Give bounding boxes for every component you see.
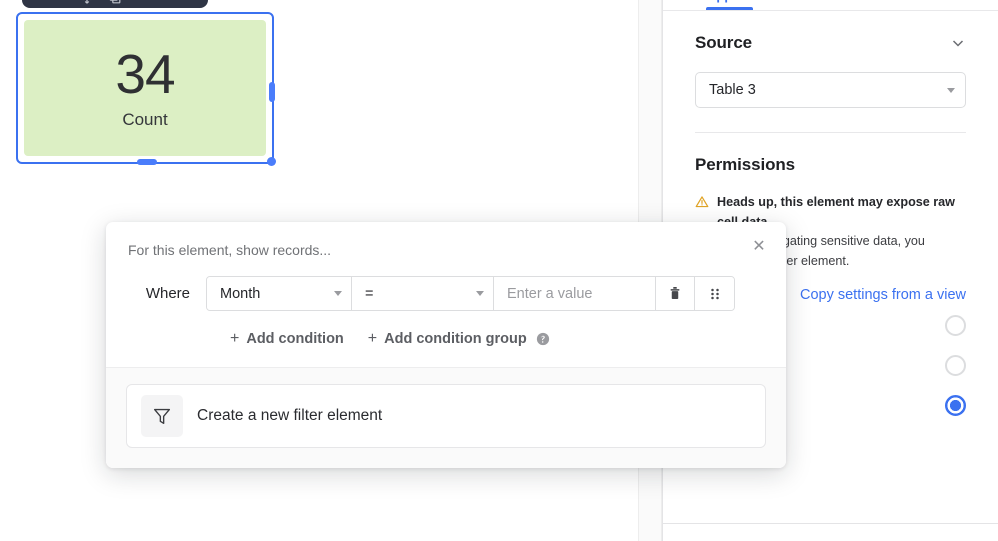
drag-condition-handle[interactable] [695, 277, 734, 310]
count-value: 34 [115, 42, 175, 105]
resize-handle-bottom[interactable] [137, 159, 157, 165]
plus-icon: + [367, 330, 378, 347]
move-icon[interactable] [80, 0, 94, 5]
add-condition-group-button[interactable]: + Add condition group [368, 331, 550, 347]
permission-radio[interactable] [945, 354, 966, 376]
chevron-down-icon[interactable] [476, 291, 484, 296]
dialog-title: For this element, show records... [128, 242, 332, 258]
condition-operator-value: = [365, 285, 374, 302]
warning-triangle-icon [695, 196, 709, 208]
help-circle-icon[interactable] [536, 332, 550, 346]
more-options-icon[interactable] [136, 0, 150, 5]
permissions-title: Permissions [695, 155, 796, 174]
element-floating-toolbar[interactable] [22, 0, 208, 8]
condition-value-placeholder: Enter a value [507, 285, 593, 302]
condition-field-value: Month [220, 285, 261, 302]
count-label: Count [122, 109, 168, 129]
chevron-down-icon[interactable] [950, 35, 966, 51]
add-condition-label: Add condition [246, 331, 344, 347]
add-condition-button[interactable]: + Add condition [230, 330, 344, 348]
plus-icon: + [230, 330, 240, 347]
condition-operator-select[interactable]: = [352, 277, 494, 310]
trash-icon [670, 287, 680, 300]
source-table-value: Table 3 [709, 82, 756, 98]
permission-radio-selected[interactable] [945, 394, 966, 416]
dialog-footer: Create a new filter element [106, 367, 786, 468]
close-icon[interactable]: ✕ [748, 236, 770, 258]
source-section-header[interactable]: Source [695, 11, 966, 53]
tab-appearance[interactable]: Appearance [707, 0, 781, 3]
create-filter-element-card[interactable]: Create a new filter element [126, 384, 766, 448]
panel-tab-bar[interactable]: Appearance [663, 0, 998, 11]
condition-row: Where Month = Enter a value [106, 258, 786, 311]
funnel-icon [153, 408, 171, 425]
count-summary-card[interactable]: 34 Count [24, 20, 266, 156]
add-condition-actions: + Add condition + Add condition group [106, 311, 786, 367]
create-filter-element-label: Create a new filter element [197, 407, 383, 424]
source-title: Source [695, 33, 753, 52]
permissions-section-header: Permissions [695, 133, 966, 175]
panel-footer-divider [663, 523, 998, 524]
duplicate-icon[interactable] [108, 0, 122, 5]
record-filter-dialog[interactable]: For this element, show records... ✕ Wher… [106, 222, 786, 468]
selected-element-frame[interactable]: 34 Count [16, 12, 276, 166]
drag-handle-icon [710, 288, 719, 299]
add-condition-group-label: Add condition group [384, 331, 527, 347]
resize-handle-right[interactable] [269, 82, 275, 102]
funnel-icon-container [141, 395, 183, 437]
condition-field-select[interactable]: Month [207, 277, 352, 310]
condition-controls: Month = Enter a value [206, 276, 735, 311]
chevron-down-icon[interactable] [947, 87, 955, 93]
resize-handle-corner[interactable] [267, 157, 276, 166]
chevron-down-icon[interactable] [334, 291, 342, 296]
app-root: 34 Count Appearance Source Table 3 [0, 0, 998, 541]
permission-radio[interactable] [945, 314, 966, 336]
source-table-select[interactable]: Table 3 [695, 72, 966, 108]
delete-condition-button[interactable] [656, 277, 695, 310]
source-section: Source Table 3 [663, 11, 998, 133]
condition-value-field[interactable]: Enter a value [494, 277, 656, 310]
dialog-header: For this element, show records... ✕ [106, 222, 786, 259]
where-label: Where [145, 285, 190, 302]
tab-active-indicator [706, 7, 753, 10]
